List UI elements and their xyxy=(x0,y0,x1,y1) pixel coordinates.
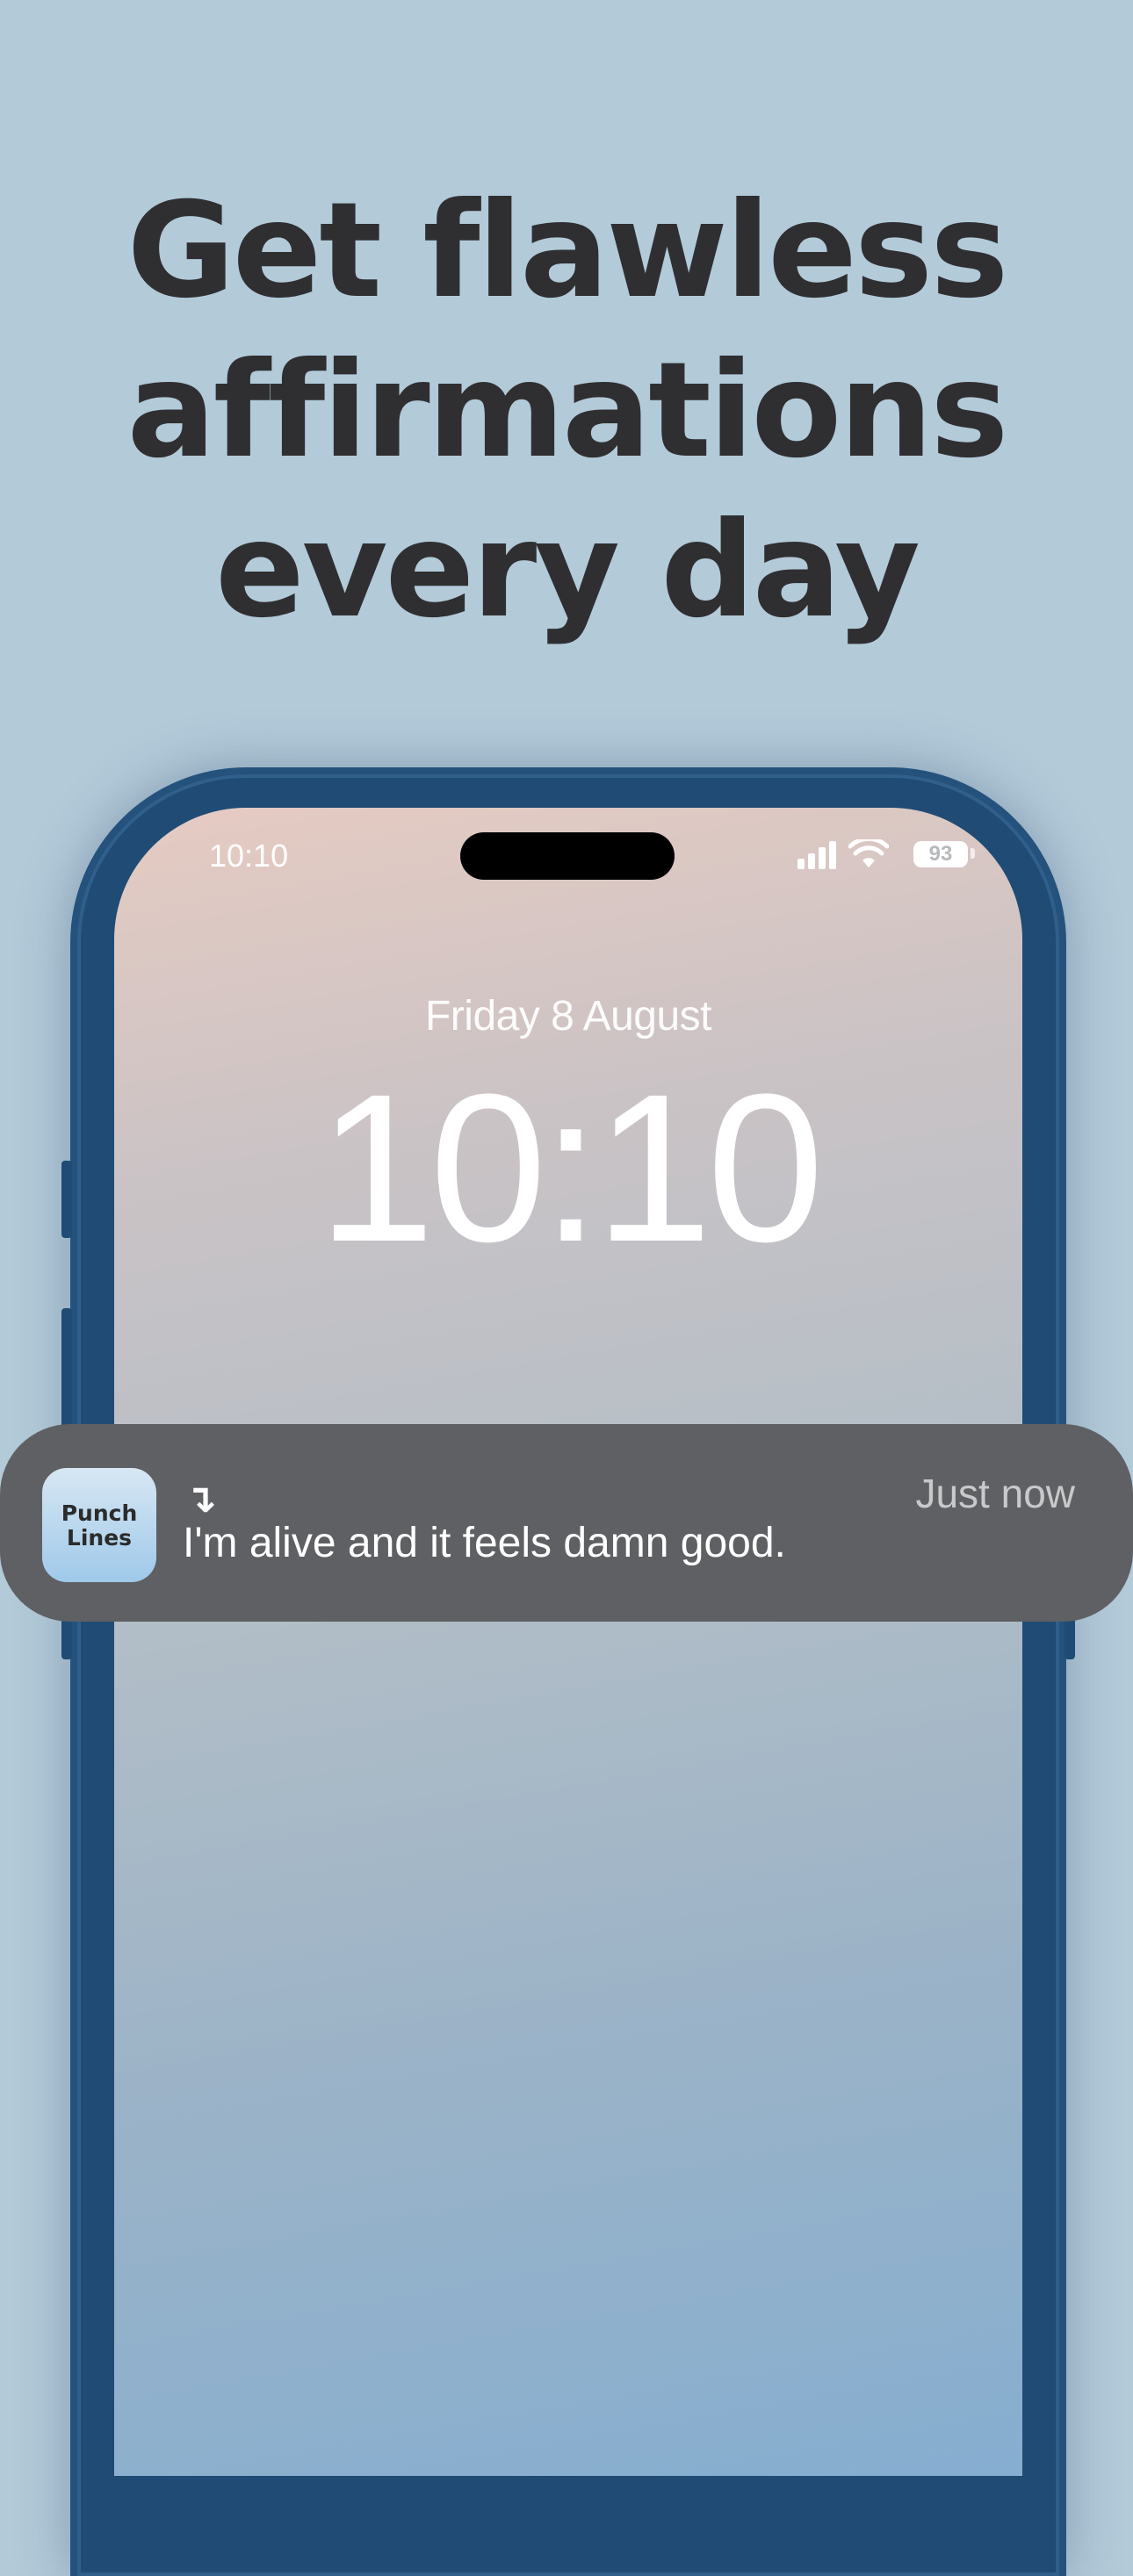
battery-icon: 93 xyxy=(913,841,968,867)
battery-tip xyxy=(971,848,975,859)
wifi-icon xyxy=(848,839,889,867)
lockscreen-clock: 10:10 xyxy=(317,1050,825,1285)
lockscreen-date: Friday 8 August xyxy=(424,993,712,1040)
power-button xyxy=(1064,1615,1075,1659)
action-button xyxy=(61,1161,72,1238)
headline-line-3: every day xyxy=(215,494,920,647)
volume-up-button xyxy=(61,1308,72,1440)
notification-message: I'm alive and it feels damn good. xyxy=(183,1520,786,1566)
headline-line-2: affirmations xyxy=(126,335,1009,487)
volume-down-button xyxy=(61,1615,72,1659)
cellular-signal-icon xyxy=(797,839,838,869)
dynamic-island xyxy=(460,832,675,880)
arrow-down-icon: ↴ xyxy=(184,1477,217,1522)
punch-lines-app-icon: Punch Lines xyxy=(42,1468,156,1582)
app-icon-label-line-2: Lines xyxy=(66,1525,133,1551)
notification-timestamp: Just now xyxy=(915,1471,1075,1516)
app-icon-label-line-1: Punch xyxy=(61,1500,138,1526)
headline-line-1: Get flawless xyxy=(126,175,1009,327)
headline: Get flawless affirmations every day xyxy=(0,171,1133,651)
lock-screen: 10:10 93 Friday 8 August 10:10 xyxy=(114,808,1022,2476)
notification-banner[interactable]: Punch Lines ↴ Just now I'm alive and it … xyxy=(0,1424,1133,1622)
status-bar-time: 10:10 xyxy=(209,838,289,874)
